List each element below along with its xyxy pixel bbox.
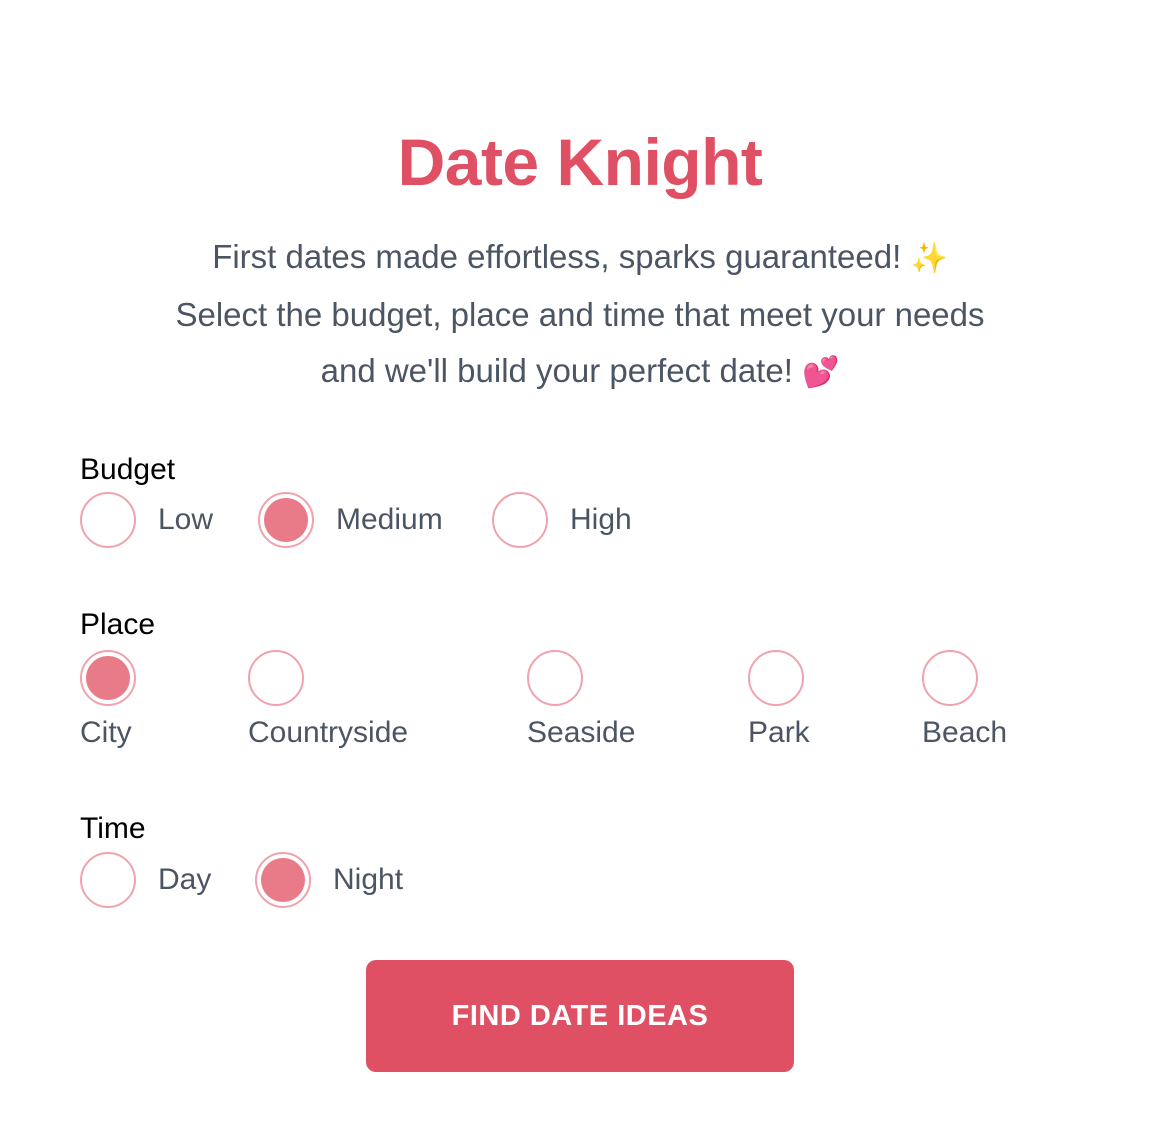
budget-radio-low[interactable]	[80, 492, 136, 548]
time-option-day-label[interactable]: Day	[158, 862, 211, 898]
time-option-night-label[interactable]: Night	[333, 862, 403, 898]
find-date-ideas-button[interactable]: FIND DATE IDEAS	[366, 960, 794, 1072]
place-radio-city[interactable]	[80, 650, 136, 706]
hearts-icon: 💕	[802, 355, 840, 390]
place-option-city-label[interactable]: City	[80, 715, 132, 751]
budget-option-high-label[interactable]: High	[570, 502, 632, 538]
budget-radio-medium[interactable]	[258, 492, 314, 548]
budget-label: Budget	[80, 453, 176, 486]
place-label: Place	[80, 608, 156, 641]
time-radio-day[interactable]	[80, 852, 136, 908]
subtitle-line-1-text: First dates made effortless, sparks guar…	[212, 238, 902, 275]
place-option-beach-label[interactable]: Beach	[922, 715, 1007, 751]
place-radio-park[interactable]	[748, 650, 804, 706]
sparkles-icon: ✨	[910, 241, 948, 276]
place-radio-beach[interactable]	[922, 650, 978, 706]
budget-option-medium-label[interactable]: Medium	[336, 502, 443, 538]
time-radio-night[interactable]	[255, 852, 311, 908]
subtitle-line-2: Select the budget, place and time that m…	[175, 296, 985, 333]
subtitle-line-3: and we'll build your perfect date! 💕	[0, 343, 1160, 401]
place-option-countryside-label[interactable]: Countryside	[248, 715, 408, 751]
page-subtitle: First dates made effortless, sparks guar…	[0, 229, 1160, 401]
page-title: Date Knight	[397, 125, 763, 199]
budget-option-low-label[interactable]: Low	[158, 502, 213, 538]
place-option-park-label[interactable]: Park	[748, 715, 810, 751]
time-label: Time	[80, 812, 146, 845]
subtitle-line-1: First dates made effortless, sparks guar…	[0, 229, 1160, 287]
place-radio-countryside[interactable]	[248, 650, 304, 706]
place-option-seaside-label[interactable]: Seaside	[527, 715, 635, 751]
place-radio-seaside[interactable]	[527, 650, 583, 706]
budget-radio-high[interactable]	[492, 492, 548, 548]
subtitle-line-3-text: and we'll build your perfect date!	[320, 352, 793, 389]
